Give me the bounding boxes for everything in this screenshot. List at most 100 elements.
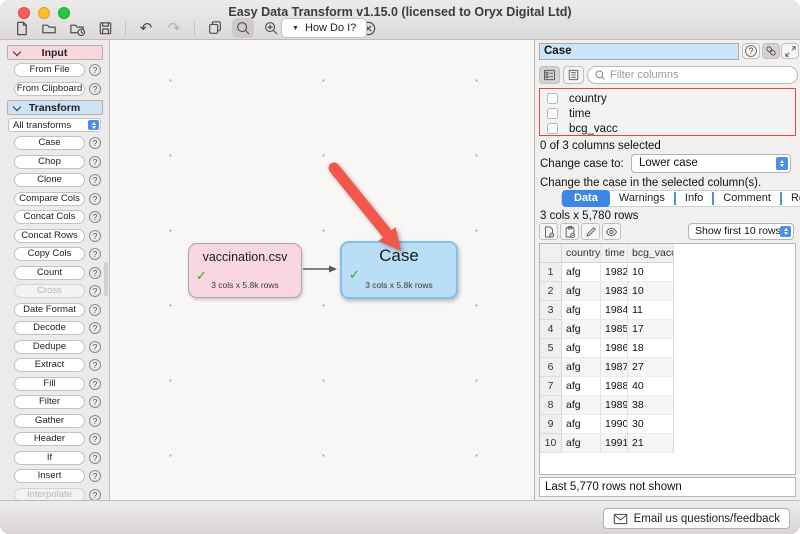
country-cell[interactable]: afg [562,434,601,453]
help-icon[interactable]: ? [89,285,101,297]
row-number-cell[interactable]: 1 [540,263,562,282]
help-icon[interactable]: ? [89,137,101,149]
time-cell[interactable]: 1985 [601,320,628,339]
bcg-vacc-cell[interactable]: 21 [628,434,674,453]
panel-help-button[interactable]: ? [742,43,760,59]
time-cell[interactable]: 1990 [601,415,628,434]
help-icon[interactable]: ? [89,193,101,205]
time-cell[interactable]: 1983 [601,282,628,301]
panel-tab[interactable]: Results [780,192,800,205]
transform-item-button[interactable]: Case [14,136,85,150]
panel-tab[interactable]: Data [562,190,610,207]
table-header-cell[interactable] [540,244,562,263]
transform-item-button[interactable]: Compare Cols [14,192,85,206]
bcg-vacc-cell[interactable]: 18 [628,339,674,358]
zoom-in-button[interactable] [260,18,282,38]
row-number-cell[interactable]: 4 [540,320,562,339]
panel-tab[interactable]: Info [674,192,712,205]
save-button[interactable] [94,18,116,38]
row-number-cell[interactable]: 3 [540,301,562,320]
help-icon[interactable]: ? [89,489,101,501]
change-case-dropdown[interactable]: Lower case [631,154,791,173]
filter-columns-field[interactable] [587,66,798,84]
column-checkbox[interactable] [547,108,558,119]
help-icon[interactable]: ? [89,359,101,371]
transform-item-button[interactable]: Date Format [14,303,85,317]
table-header-cell[interactable]: country [562,244,601,263]
transform-filter-dropdown[interactable]: All transforms [8,118,101,132]
bcg-vacc-cell[interactable]: 30 [628,415,674,434]
bcg-vacc-cell[interactable]: 38 [628,396,674,415]
help-icon[interactable]: ? [89,396,101,408]
transform-item-button[interactable]: Cross [14,284,85,298]
country-cell[interactable]: afg [562,263,601,282]
edit-values-button[interactable] [581,223,600,240]
country-cell[interactable]: afg [562,377,601,396]
help-icon[interactable]: ? [89,174,101,186]
transform-item-button[interactable]: Fill [14,377,85,391]
bcg-vacc-cell[interactable]: 40 [628,377,674,396]
help-icon[interactable]: ? [89,415,101,427]
transform-section-header[interactable]: Transform [7,100,103,115]
column-checklist-view-button[interactable] [539,66,560,84]
transform-item-button[interactable]: Concat Cols [14,210,85,224]
bcg-vacc-cell[interactable]: 10 [628,263,674,282]
transform-item-button[interactable]: Decode [14,321,85,335]
transform-item-button[interactable]: Header [14,432,85,446]
time-cell[interactable]: 1986 [601,339,628,358]
row-number-cell[interactable]: 5 [540,339,562,358]
expand-panel-button[interactable] [781,43,799,59]
copy-to-clipboard-button[interactable] [560,223,579,240]
transform-item-button[interactable]: Extract [14,358,85,372]
undo-button[interactable]: ↶ [135,18,157,38]
time-cell[interactable]: 1984 [601,301,628,320]
input-node-vaccination[interactable]: vaccination.csv ✓ 3 cols x 5.8k rows [188,243,302,298]
email-feedback-button[interactable]: Email us questions/feedback [603,508,790,529]
country-cell[interactable]: afg [562,339,601,358]
sidebar-scrollbar[interactable] [104,262,108,296]
duplicate-button[interactable] [204,18,226,38]
country-cell[interactable]: afg [562,320,601,339]
help-icon[interactable]: ? [89,433,101,445]
search-input[interactable] [610,69,770,81]
country-cell[interactable]: afg [562,358,601,377]
bcg-vacc-cell[interactable]: 11 [628,301,674,320]
help-icon[interactable]: ? [89,248,101,260]
row-number-cell[interactable]: 10 [540,434,562,453]
row-number-cell[interactable]: 6 [540,358,562,377]
column-checkbox[interactable] [547,123,558,134]
link-panes-button[interactable] [762,43,780,59]
transform-item-button[interactable]: Insert [14,469,85,483]
transform-item-button[interactable]: Clone [14,173,85,187]
help-icon[interactable]: ? [89,304,101,316]
bcg-vacc-cell[interactable]: 17 [628,320,674,339]
help-icon[interactable]: ? [89,230,101,242]
help-icon[interactable]: ? [89,378,101,390]
transform-item-button[interactable]: Chop [14,155,85,169]
input-item-button[interactable]: From Clipboard [14,82,85,96]
transform-item-button[interactable]: Interpolate [14,488,85,501]
time-cell[interactable]: 1987 [601,358,628,377]
table-header-cell[interactable]: bcg_vacc [628,244,674,263]
help-icon[interactable]: ? [89,322,101,334]
row-number-cell[interactable]: 7 [540,377,562,396]
bcg-vacc-cell[interactable]: 27 [628,358,674,377]
table-header-cell[interactable]: time [601,244,628,263]
time-cell[interactable]: 1989 [601,396,628,415]
input-item-button[interactable]: From File [14,63,85,77]
new-file-button[interactable] [10,18,32,38]
input-section-header[interactable]: Input [7,45,103,60]
how-do-i-button[interactable]: ▼ How Do I? [281,18,367,38]
help-icon[interactable]: ? [89,211,101,223]
show-rows-dropdown[interactable]: Show first 10 rows [688,223,794,240]
open-file-button[interactable] [38,18,60,38]
help-icon[interactable]: ? [89,156,101,168]
country-cell[interactable]: afg [562,301,601,320]
copy-to-file-button[interactable] [539,223,558,240]
panel-tab[interactable]: Warnings [610,192,674,205]
transform-item-button[interactable]: Concat Rows [14,229,85,243]
country-cell[interactable]: afg [562,282,601,301]
country-cell[interactable]: afg [562,396,601,415]
transform-item-button[interactable]: If [14,451,85,465]
workflow-canvas[interactable]: vaccination.csv ✓ 3 cols x 5.8k rows Cas… [111,40,534,500]
